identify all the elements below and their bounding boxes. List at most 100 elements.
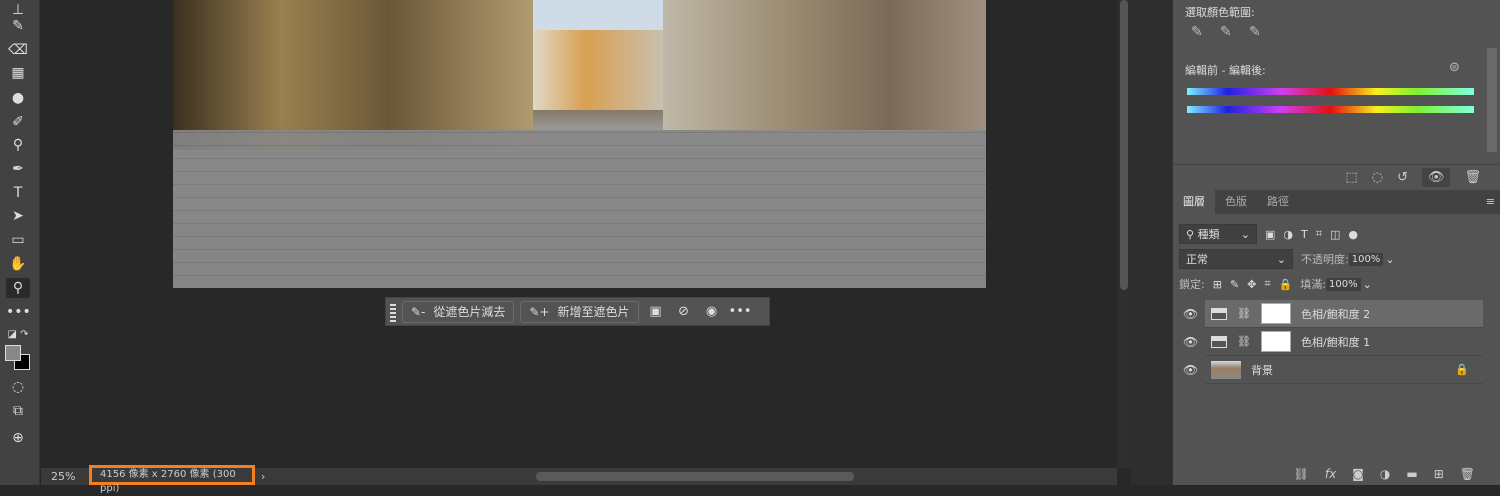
delete-icon[interactable]: 🗑 — [1464, 170, 1481, 185]
layer-row[interactable]: 背景 🔒 — [1205, 356, 1483, 384]
color-bar-after[interactable] — [1187, 106, 1474, 113]
shape-filter-icon[interactable]: ⌗ — [1316, 227, 1322, 241]
document-info[interactable]: 4156 像素 x 2760 像素 (300 ppi) — [89, 465, 255, 494]
drag-handle[interactable] — [390, 301, 396, 322]
eraser-tool-icon[interactable]: ⌫ — [6, 40, 30, 60]
panel-menu-icon[interactable]: ≡ — [1486, 190, 1500, 214]
layer-visibility-eye-icon[interactable]: 👁 — [1183, 335, 1198, 349]
right-panels: 選取顏色範圍: ✎ ✎ ✎ 編輯前 - 編輯後: ⊜ ⬚ ◌ ↺ 👁 🗑 圖層 … — [1172, 0, 1500, 485]
brush-plus-icon: ✎+ — [529, 304, 550, 319]
new-group-icon[interactable]: ▬ — [1406, 467, 1417, 481]
lock-transparent-icon[interactable]: ⊞ — [1213, 278, 1222, 291]
status-menu-chevron-icon[interactable]: › — [261, 470, 265, 483]
type-tool-icon[interactable]: T — [6, 183, 30, 203]
subtract-from-mask-button[interactable]: ✎- 從遮色片減去 — [402, 300, 515, 323]
properties-footer: ⬚ ◌ ↺ 👁 🗑 — [1173, 164, 1500, 190]
fill-label: 填滿: — [1300, 278, 1326, 291]
more-options-icon[interactable]: ••• — [729, 304, 752, 319]
view-mask-icon[interactable]: ◉ — [701, 304, 723, 319]
visibility-toggle-icon[interactable]: 👁 — [1421, 168, 1451, 187]
disable-mask-icon[interactable]: ⊘ — [673, 304, 695, 319]
lock-pixels-icon[interactable]: ✎ — [1230, 278, 1239, 291]
chain-icon[interactable]: ⛓ — [1237, 307, 1251, 320]
mask-contextual-toolbar: ✎- 從遮色片減去 ✎+ 新增至遮色片 ▣ ⊘ ◉ ••• — [385, 297, 770, 326]
clip-to-layer-icon[interactable]: ⬚ — [1345, 170, 1357, 185]
tab-layers[interactable]: 圖層 — [1173, 190, 1215, 214]
link-layers-icon[interactable]: ⛓ — [1294, 467, 1309, 481]
opacity-chevron-icon[interactable]: ⌄ — [1385, 253, 1394, 266]
properties-scrollbar[interactable] — [1487, 48, 1497, 152]
delete-layer-icon[interactable]: 🗑 — [1460, 467, 1475, 481]
tab-paths[interactable]: 路徑 — [1257, 190, 1299, 214]
blur-tool-icon[interactable]: ● — [6, 88, 30, 108]
blend-mode-value: 正常 — [1186, 253, 1208, 266]
status-bar: 25% 4156 像素 x 2760 像素 (300 ppi) › — [41, 465, 1117, 494]
type-filter-icon[interactable]: T — [1301, 228, 1308, 241]
path-selection-tool-icon[interactable]: ➤ — [6, 206, 30, 226]
filter-toggle-icon[interactable]: ● — [1348, 228, 1358, 241]
blend-mode-select[interactable]: 正常 ⌄ — [1179, 249, 1293, 269]
swap-colors-icon[interactable]: ◪ ↷ — [6, 325, 30, 345]
hand-adjust-icon[interactable]: ⊜ — [1449, 60, 1460, 75]
layer-name: 背景 — [1251, 363, 1273, 377]
edit-toolbar-icon[interactable]: ⊕ — [6, 428, 30, 448]
panel-dock-gap — [1131, 0, 1172, 485]
foreground-color-swatch[interactable] — [5, 345, 21, 361]
fill-chevron-icon[interactable]: ⌄ — [1363, 278, 1372, 291]
more-tools-icon[interactable]: ••• — [6, 302, 31, 322]
hue-saturation-icon — [1211, 307, 1227, 320]
lock-label: 鎖定: — [1179, 278, 1205, 291]
add-mask-icon[interactable]: ◙ — [1352, 467, 1364, 481]
quick-mask-icon[interactable]: ◌ — [6, 377, 30, 397]
new-layer-icon[interactable]: ⊞ — [1434, 467, 1444, 481]
layer-filter-select[interactable]: ⚲ 種類 ⌄ — [1179, 224, 1257, 244]
layer-name: 色相/飽和度 2 — [1300, 307, 1371, 321]
tools-panel: ⊥ ✎ ⌫ ▦ ● ✐ ⚲ ✒ T ➤ ▭ ✋ ⚲ ••• ◪ ↷ ◌ ⧉ ⊕ — [0, 0, 40, 485]
street-photo — [173, 0, 986, 288]
zoom-tool-icon[interactable]: ⚲ — [6, 278, 30, 298]
horizontal-scrollbar[interactable] — [274, 471, 1114, 482]
eyedropper-icon[interactable]: ✎ — [1191, 24, 1203, 40]
lock-icon[interactable]: 🔒 — [1455, 363, 1483, 376]
smudge-tool-icon[interactable]: ✐ — [6, 112, 30, 132]
vertical-scrollbar[interactable] — [1117, 0, 1131, 468]
gradient-tool-icon[interactable]: ▦ — [6, 63, 30, 83]
history-brush-tool-icon[interactable]: ✎ — [6, 16, 30, 36]
lock-artboard-icon[interactable]: ⌗ — [1264, 277, 1270, 291]
layer-row[interactable]: ⛓ 色相/飽和度 1 — [1205, 328, 1483, 356]
layer-mask-thumbnail[interactable] — [1260, 303, 1291, 324]
rectangle-tool-icon[interactable]: ▭ — [6, 230, 30, 250]
document-canvas[interactable]: ✎- 從遮色片減去 ✎+ 新增至遮色片 ▣ ⊘ ◉ ••• — [41, 0, 1117, 468]
tab-channels[interactable]: 色版 — [1215, 190, 1257, 214]
lock-position-icon[interactable]: ✥ — [1247, 278, 1256, 291]
layer-thumbnail — [1211, 360, 1241, 379]
layers-footer: ⛓ fx ◙ ◑ ▬ ⊞ 🗑 — [1173, 462, 1500, 485]
opacity-input[interactable]: 100% — [1348, 252, 1384, 266]
fx-icon[interactable]: fx — [1325, 467, 1336, 481]
layer-mask-thumbnail[interactable] — [1260, 331, 1291, 352]
zoom-level[interactable]: 25% — [41, 470, 89, 483]
adjustment-filter-icon[interactable]: ◑ — [1283, 228, 1293, 241]
add-to-mask-button[interactable]: ✎+ 新增至遮色片 — [520, 300, 639, 323]
fill-input[interactable]: 100% — [1326, 277, 1361, 291]
hand-tool-icon[interactable]: ✋ — [6, 254, 30, 274]
mask-settings-icon[interactable]: ▣ — [645, 304, 667, 319]
select-color-range-label: 選取顏色範圍: — [1185, 6, 1255, 19]
layer-visibility-eye-icon[interactable]: 👁 — [1183, 363, 1198, 377]
layers-tabs: 圖層 色版 路徑 ≡ — [1173, 190, 1500, 214]
new-adjustment-icon[interactable]: ◑ — [1380, 467, 1390, 481]
chain-icon[interactable]: ⛓ — [1237, 335, 1251, 348]
layer-row[interactable]: ⛓ 色相/飽和度 2 — [1205, 300, 1483, 328]
lock-all-icon[interactable]: 🔒 — [1279, 278, 1293, 291]
dodge-tool-icon[interactable]: ⚲ — [6, 135, 30, 155]
screen-mode-icon[interactable]: ⧉ — [6, 401, 30, 421]
smart-object-filter-icon[interactable]: ◫ — [1330, 228, 1340, 241]
pixel-filter-icon[interactable]: ▣ — [1265, 228, 1275, 241]
opacity-label: 不透明度: — [1301, 253, 1349, 266]
eyedropper-plus-icon[interactable]: ✎ — [1220, 24, 1232, 40]
eyedropper-minus-icon[interactable]: ✎ — [1249, 24, 1261, 40]
view-previous-icon[interactable]: ◌ — [1372, 170, 1383, 185]
layer-visibility-eye-icon[interactable]: 👁 — [1183, 307, 1198, 321]
pen-tool-icon[interactable]: ✒ — [6, 159, 30, 179]
reset-icon[interactable]: ↺ — [1397, 170, 1408, 185]
